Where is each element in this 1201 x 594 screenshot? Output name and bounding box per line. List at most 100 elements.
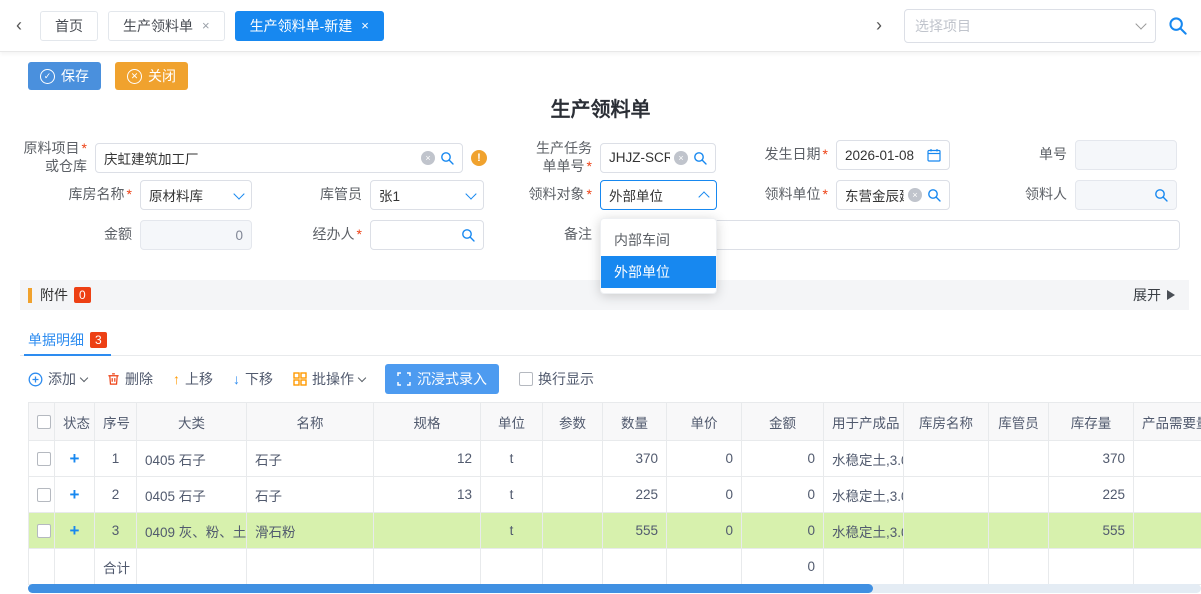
chevron-left-icon[interactable]: ‹ [8, 15, 30, 36]
clear-icon[interactable] [908, 188, 922, 202]
row-checkbox[interactable] [37, 524, 51, 538]
tab-production-requisition-new[interactable]: 生产领料单-新建 × [235, 11, 384, 41]
close-tab-icon[interactable]: × [361, 19, 369, 32]
cell-warehouse[interactable] [904, 477, 989, 513]
wrap-display-checkbox[interactable] [519, 372, 533, 386]
dropdown-option-internal[interactable]: 内部车间 [601, 224, 716, 256]
table-row[interactable]: 20405 石子石子13t22500水稳定土,3.0M225 [29, 477, 1201, 513]
cell-product[interactable]: 水稳定土,3.0M [824, 441, 904, 477]
expand-toggle[interactable]: 展开 [1133, 285, 1175, 305]
cell-need[interactable] [1134, 441, 1201, 477]
tab-detail-lines[interactable]: 单据明细 3 [20, 324, 115, 355]
horizontal-scrollbar-track[interactable] [28, 584, 1201, 593]
magnifier-icon[interactable] [693, 151, 707, 165]
move-down-button[interactable]: 下移 [233, 369, 273, 389]
select-all-checkbox[interactable] [37, 415, 51, 429]
keeper-select[interactable]: 张1 [370, 180, 484, 210]
cell-stock[interactable]: 225 [1049, 477, 1134, 513]
dropdown-option-external[interactable]: 外部单位 [601, 256, 716, 288]
task-no-input[interactable]: JHJZ-SCRV [600, 143, 716, 173]
cell-need[interactable] [1134, 513, 1201, 549]
cell-keeper[interactable] [989, 513, 1049, 549]
cell-spec[interactable] [374, 513, 481, 549]
cell-category[interactable]: 0409 灰、粉、土 [137, 513, 247, 549]
magnifier-icon[interactable] [461, 228, 475, 242]
cell-stock[interactable]: 370 [1049, 441, 1134, 477]
plus-icon[interactable] [70, 485, 80, 504]
date-input[interactable]: 2026-01-08 [836, 140, 950, 170]
handler-input[interactable] [370, 220, 484, 250]
column-header-product: 用于产成品 [824, 403, 904, 441]
search-icon[interactable] [1168, 16, 1187, 35]
cell-amount[interactable]: 0 [742, 477, 824, 513]
add-button[interactable]: 添加 [28, 369, 87, 389]
person-input[interactable] [1075, 180, 1177, 210]
cell-price[interactable]: 0 [667, 441, 742, 477]
material-project-value: 庆虹建筑加工厂 [104, 148, 417, 168]
cell-amount[interactable]: 0 [742, 441, 824, 477]
row-checkbox[interactable] [37, 488, 51, 502]
cell-stock[interactable]: 555 [1049, 513, 1134, 549]
cell-spec[interactable]: 12 [374, 441, 481, 477]
cell-warehouse[interactable] [904, 513, 989, 549]
cell-category[interactable]: 0405 石子 [137, 477, 247, 513]
cell-qty[interactable]: 370 [603, 441, 667, 477]
close-button[interactable]: 关闭 [115, 62, 188, 90]
cell-unit[interactable]: t [481, 513, 543, 549]
cell-product[interactable]: 水稳定土,3.0M [824, 513, 904, 549]
cell-spec[interactable]: 13 [374, 477, 481, 513]
calendar-icon[interactable] [927, 148, 941, 162]
clear-icon[interactable] [421, 151, 435, 165]
chevron-right-icon[interactable]: › [868, 15, 890, 36]
cell-qty[interactable]: 555 [603, 513, 667, 549]
table-row[interactable]: 10405 石子石子12t37000水稳定土,3.0M370 [29, 441, 1201, 477]
cell-need[interactable] [1134, 477, 1201, 513]
save-button[interactable]: 保存 [28, 62, 101, 90]
cell-seq[interactable]: 1 [95, 441, 137, 477]
cell-warehouse[interactable] [904, 441, 989, 477]
total-empty-cell [1134, 549, 1201, 585]
wrap-display-toggle[interactable]: 换行显示 [519, 369, 594, 389]
project-select[interactable]: 选择项目 [904, 9, 1156, 43]
cell-product[interactable]: 水稳定土,3.0M [824, 477, 904, 513]
cell-keeper[interactable] [989, 477, 1049, 513]
warning-circle-icon[interactable] [471, 150, 487, 166]
cell-qty[interactable]: 225 [603, 477, 667, 513]
warehouse-select[interactable]: 原材料库 [140, 180, 252, 210]
material-project-input[interactable]: 庆虹建筑加工厂 [95, 143, 463, 173]
cell-name[interactable]: 石子 [247, 477, 374, 513]
cell-amount[interactable]: 0 [742, 513, 824, 549]
cell-price[interactable]: 0 [667, 477, 742, 513]
move-up-button[interactable]: 上移 [173, 369, 213, 389]
horizontal-scrollbar-thumb[interactable] [28, 584, 873, 593]
cell-category[interactable]: 0405 石子 [137, 441, 247, 477]
magnifier-icon[interactable] [927, 188, 941, 202]
magnifier-icon[interactable] [1154, 188, 1168, 202]
delete-button[interactable]: 删除 [107, 369, 153, 389]
clear-icon[interactable] [674, 151, 688, 165]
batch-operation-button[interactable]: 批操作 [293, 369, 365, 389]
cell-name[interactable]: 石子 [247, 441, 374, 477]
tab-home[interactable]: 首页 [40, 11, 98, 41]
cell-seq[interactable]: 2 [95, 477, 137, 513]
unit-input[interactable]: 东营金辰建 [836, 180, 950, 210]
cell-price[interactable]: 0 [667, 513, 742, 549]
target-select[interactable]: 外部单位 [600, 180, 717, 210]
close-tab-icon[interactable]: × [202, 19, 210, 32]
row-checkbox[interactable] [37, 452, 51, 466]
cell-name[interactable]: 滑石粉 [247, 513, 374, 549]
cell-seq[interactable]: 3 [95, 513, 137, 549]
table-row[interactable]: 30409 灰、粉、土滑石粉t55500水稳定土,3.0M555 [29, 513, 1201, 549]
magnifier-icon[interactable] [440, 151, 454, 165]
cell-param[interactable] [543, 441, 603, 477]
cell-param[interactable] [543, 513, 603, 549]
plus-icon[interactable] [70, 449, 80, 468]
cell-param[interactable] [543, 477, 603, 513]
cell-keeper[interactable] [989, 441, 1049, 477]
immersive-entry-button[interactable]: 沉浸式录入 [385, 364, 499, 394]
cell-unit[interactable]: t [481, 441, 543, 477]
tab-production-requisition[interactable]: 生产领料单 × [108, 11, 225, 41]
active-tab-underline [24, 354, 111, 356]
plus-icon[interactable] [70, 521, 80, 540]
cell-unit[interactable]: t [481, 477, 543, 513]
